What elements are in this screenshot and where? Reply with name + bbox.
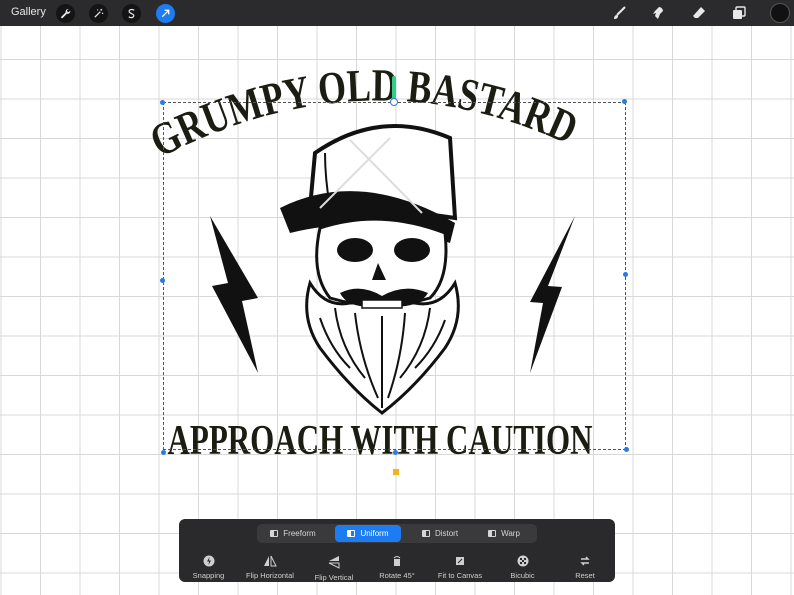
fit-to-canvas-button[interactable]: Fit to Canvas bbox=[435, 555, 485, 580]
uniform-icon bbox=[347, 530, 356, 537]
mode-distort[interactable]: Distort bbox=[407, 525, 473, 542]
mode-warp[interactable]: Warp bbox=[473, 525, 535, 542]
eraser-icon[interactable] bbox=[689, 3, 709, 23]
top-bar: Gallery bbox=[0, 0, 794, 26]
fit-to-canvas-icon bbox=[456, 557, 464, 565]
bicubic-icon bbox=[517, 555, 528, 567]
bicubic-button[interactable]: Bicubic bbox=[505, 555, 540, 580]
handle-top-right[interactable] bbox=[622, 99, 627, 104]
smudge-icon[interactable] bbox=[648, 3, 668, 23]
handle-bottom-mid[interactable] bbox=[393, 450, 398, 455]
color-swatch[interactable] bbox=[770, 3, 790, 23]
mode-freeform[interactable]: Freeform bbox=[259, 525, 327, 542]
rotation-knob[interactable] bbox=[390, 98, 398, 106]
brush-icon[interactable] bbox=[609, 3, 629, 23]
handle-top-left[interactable] bbox=[160, 100, 165, 105]
flip-horizontal-icon bbox=[264, 555, 277, 567]
flip-vertical-button[interactable]: Flip Vertical bbox=[313, 555, 355, 582]
distort-icon bbox=[421, 530, 430, 537]
mode-uniform[interactable]: Uniform bbox=[335, 525, 401, 542]
snapping-button[interactable]: Snapping bbox=[191, 555, 226, 580]
selection-s-icon[interactable] bbox=[122, 4, 141, 23]
warp-icon bbox=[488, 530, 497, 537]
reset-button[interactable]: Reset bbox=[571, 555, 599, 580]
handle-mid-left[interactable] bbox=[160, 278, 165, 283]
rotate-45-button[interactable]: Rotate 45° bbox=[377, 555, 417, 580]
flip-vertical-icon bbox=[328, 556, 340, 569]
wrench-icon[interactable] bbox=[56, 4, 75, 23]
freeform-icon bbox=[270, 530, 279, 537]
anchor-point[interactable] bbox=[393, 469, 399, 475]
transform-mode-selector: Freeform Uniform Distort Warp bbox=[257, 524, 537, 543]
selection-bounding-box[interactable] bbox=[163, 102, 626, 450]
magic-wand-icon[interactable] bbox=[89, 4, 108, 23]
layers-icon[interactable] bbox=[729, 3, 749, 23]
flip-horizontal-button[interactable]: Flip Horizontal bbox=[245, 555, 295, 580]
handle-bottom-left[interactable] bbox=[161, 450, 166, 455]
gallery-button[interactable]: Gallery bbox=[11, 6, 46, 18]
reset-icon bbox=[580, 556, 590, 566]
handle-bottom-right[interactable] bbox=[624, 447, 629, 452]
handle-mid-right[interactable] bbox=[623, 272, 628, 277]
rotate-icon bbox=[393, 556, 401, 566]
snapping-icon bbox=[203, 555, 214, 567]
transform-arrow-icon[interactable] bbox=[156, 4, 175, 23]
transform-toolbar: Freeform Uniform Distort Warp Snapping F… bbox=[179, 519, 615, 582]
